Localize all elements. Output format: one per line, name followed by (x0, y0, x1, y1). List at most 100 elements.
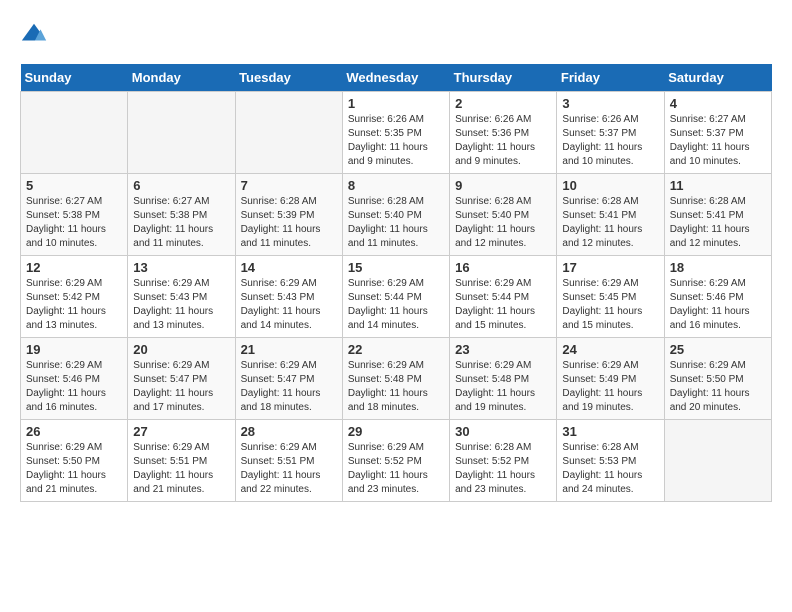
day-header-friday: Friday (557, 64, 664, 92)
week-row-4: 19 Sunrise: 6:29 AM Sunset: 5:46 PM Dayli… (21, 338, 772, 420)
day-info: Sunrise: 6:29 AM Sunset: 5:52 PM Dayligh… (348, 441, 444, 497)
day-header-monday: Monday (128, 64, 235, 92)
calendar-cell: 19 Sunrise: 6:29 AM Sunset: 5:46 PM Dayli… (21, 338, 128, 420)
calendar-cell: 7 Sunrise: 6:28 AM Sunset: 5:39 PM Daylig… (235, 174, 342, 256)
day-number: 26 (26, 424, 122, 439)
day-header-tuesday: Tuesday (235, 64, 342, 92)
day-number: 18 (670, 260, 766, 275)
day-header-wednesday: Wednesday (342, 64, 449, 92)
calendar-cell (21, 92, 128, 174)
calendar-cell: 20 Sunrise: 6:29 AM Sunset: 5:47 PM Dayli… (128, 338, 235, 420)
day-info: Sunrise: 6:28 AM Sunset: 5:41 PM Dayligh… (562, 195, 658, 251)
day-info: Sunrise: 6:29 AM Sunset: 5:50 PM Dayligh… (670, 359, 766, 415)
day-number: 14 (241, 260, 337, 275)
logo (20, 20, 52, 48)
day-info: Sunrise: 6:26 AM Sunset: 5:36 PM Dayligh… (455, 113, 551, 169)
day-header-row: SundayMondayTuesdayWednesdayThursdayFrid… (21, 64, 772, 92)
day-number: 30 (455, 424, 551, 439)
day-number: 2 (455, 96, 551, 111)
calendar-cell: 23 Sunrise: 6:29 AM Sunset: 5:48 PM Dayli… (450, 338, 557, 420)
calendar-cell: 10 Sunrise: 6:28 AM Sunset: 5:41 PM Dayli… (557, 174, 664, 256)
day-number: 3 (562, 96, 658, 111)
day-info: Sunrise: 6:29 AM Sunset: 5:45 PM Dayligh… (562, 277, 658, 333)
day-number: 16 (455, 260, 551, 275)
calendar-cell: 31 Sunrise: 6:28 AM Sunset: 5:53 PM Dayli… (557, 420, 664, 502)
week-row-3: 12 Sunrise: 6:29 AM Sunset: 5:42 PM Dayli… (21, 256, 772, 338)
day-number: 12 (26, 260, 122, 275)
day-number: 27 (133, 424, 229, 439)
day-number: 8 (348, 178, 444, 193)
day-info: Sunrise: 6:27 AM Sunset: 5:37 PM Dayligh… (670, 113, 766, 169)
day-info: Sunrise: 6:29 AM Sunset: 5:51 PM Dayligh… (133, 441, 229, 497)
day-number: 7 (241, 178, 337, 193)
week-row-2: 5 Sunrise: 6:27 AM Sunset: 5:38 PM Daylig… (21, 174, 772, 256)
day-number: 28 (241, 424, 337, 439)
day-info: Sunrise: 6:27 AM Sunset: 5:38 PM Dayligh… (133, 195, 229, 251)
day-info: Sunrise: 6:29 AM Sunset: 5:47 PM Dayligh… (133, 359, 229, 415)
calendar-cell: 25 Sunrise: 6:29 AM Sunset: 5:50 PM Dayli… (664, 338, 771, 420)
calendar-cell: 24 Sunrise: 6:29 AM Sunset: 5:49 PM Dayli… (557, 338, 664, 420)
calendar-cell: 21 Sunrise: 6:29 AM Sunset: 5:47 PM Dayli… (235, 338, 342, 420)
calendar-cell: 5 Sunrise: 6:27 AM Sunset: 5:38 PM Daylig… (21, 174, 128, 256)
day-number: 5 (26, 178, 122, 193)
day-number: 29 (348, 424, 444, 439)
day-header-sunday: Sunday (21, 64, 128, 92)
calendar-cell: 4 Sunrise: 6:27 AM Sunset: 5:37 PM Daylig… (664, 92, 771, 174)
calendar-cell: 1Sunrise: 6:26 AM Sunset: 5:35 PM Daylig… (342, 92, 449, 174)
calendar-cell: 28 Sunrise: 6:29 AM Sunset: 5:51 PM Dayli… (235, 420, 342, 502)
calendar-cell: 16 Sunrise: 6:29 AM Sunset: 5:44 PM Dayli… (450, 256, 557, 338)
day-info: Sunrise: 6:29 AM Sunset: 5:43 PM Dayligh… (133, 277, 229, 333)
day-info: Sunrise: 6:28 AM Sunset: 5:40 PM Dayligh… (455, 195, 551, 251)
calendar-cell: 3Sunrise: 6:26 AM Sunset: 5:37 PM Daylig… (557, 92, 664, 174)
day-info: Sunrise: 6:28 AM Sunset: 5:53 PM Dayligh… (562, 441, 658, 497)
calendar-cell: 15 Sunrise: 6:29 AM Sunset: 5:44 PM Dayli… (342, 256, 449, 338)
day-info: Sunrise: 6:28 AM Sunset: 5:39 PM Dayligh… (241, 195, 337, 251)
day-number: 23 (455, 342, 551, 357)
day-info: Sunrise: 6:29 AM Sunset: 5:46 PM Dayligh… (26, 359, 122, 415)
day-info: Sunrise: 6:29 AM Sunset: 5:43 PM Dayligh… (241, 277, 337, 333)
day-number: 20 (133, 342, 229, 357)
day-number: 13 (133, 260, 229, 275)
calendar-cell: 13 Sunrise: 6:29 AM Sunset: 5:43 PM Dayli… (128, 256, 235, 338)
calendar-cell: 27 Sunrise: 6:29 AM Sunset: 5:51 PM Dayli… (128, 420, 235, 502)
day-info: Sunrise: 6:29 AM Sunset: 5:48 PM Dayligh… (455, 359, 551, 415)
calendar-cell: 11 Sunrise: 6:28 AM Sunset: 5:41 PM Dayli… (664, 174, 771, 256)
calendar-cell: 18 Sunrise: 6:29 AM Sunset: 5:46 PM Dayli… (664, 256, 771, 338)
day-info: Sunrise: 6:29 AM Sunset: 5:44 PM Dayligh… (455, 277, 551, 333)
calendar-cell: 2 Sunrise: 6:26 AM Sunset: 5:36 PM Daylig… (450, 92, 557, 174)
calendar-cell: 14 Sunrise: 6:29 AM Sunset: 5:43 PM Dayli… (235, 256, 342, 338)
day-number: 31 (562, 424, 658, 439)
day-number: 4 (670, 96, 766, 111)
day-info: Sunrise: 6:29 AM Sunset: 5:51 PM Dayligh… (241, 441, 337, 497)
day-number: 25 (670, 342, 766, 357)
day-number: 24 (562, 342, 658, 357)
day-number: 9 (455, 178, 551, 193)
calendar-cell: 6Sunrise: 6:27 AM Sunset: 5:38 PM Daylig… (128, 174, 235, 256)
day-info: Sunrise: 6:27 AM Sunset: 5:38 PM Dayligh… (26, 195, 122, 251)
day-number: 11 (670, 178, 766, 193)
calendar-cell (664, 420, 771, 502)
calendar-cell (235, 92, 342, 174)
day-info: Sunrise: 6:29 AM Sunset: 5:48 PM Dayligh… (348, 359, 444, 415)
day-info: Sunrise: 6:28 AM Sunset: 5:52 PM Dayligh… (455, 441, 551, 497)
day-info: Sunrise: 6:29 AM Sunset: 5:44 PM Dayligh… (348, 277, 444, 333)
calendar-cell: 12 Sunrise: 6:29 AM Sunset: 5:42 PM Dayli… (21, 256, 128, 338)
day-info: Sunrise: 6:28 AM Sunset: 5:40 PM Dayligh… (348, 195, 444, 251)
day-info: Sunrise: 6:29 AM Sunset: 5:47 PM Dayligh… (241, 359, 337, 415)
calendar-cell: 17Sunrise: 6:29 AM Sunset: 5:45 PM Dayli… (557, 256, 664, 338)
day-info: Sunrise: 6:29 AM Sunset: 5:49 PM Dayligh… (562, 359, 658, 415)
day-info: Sunrise: 6:26 AM Sunset: 5:35 PM Dayligh… (348, 113, 444, 169)
day-info: Sunrise: 6:29 AM Sunset: 5:46 PM Dayligh… (670, 277, 766, 333)
calendar-cell (128, 92, 235, 174)
page-header (20, 20, 772, 48)
day-number: 15 (348, 260, 444, 275)
day-number: 19 (26, 342, 122, 357)
calendar-cell: 26Sunrise: 6:29 AM Sunset: 5:50 PM Dayli… (21, 420, 128, 502)
day-number: 10 (562, 178, 658, 193)
day-info: Sunrise: 6:29 AM Sunset: 5:42 PM Dayligh… (26, 277, 122, 333)
logo-icon (20, 20, 48, 48)
day-header-thursday: Thursday (450, 64, 557, 92)
day-info: Sunrise: 6:28 AM Sunset: 5:41 PM Dayligh… (670, 195, 766, 251)
day-number: 21 (241, 342, 337, 357)
calendar-cell: 9 Sunrise: 6:28 AM Sunset: 5:40 PM Daylig… (450, 174, 557, 256)
